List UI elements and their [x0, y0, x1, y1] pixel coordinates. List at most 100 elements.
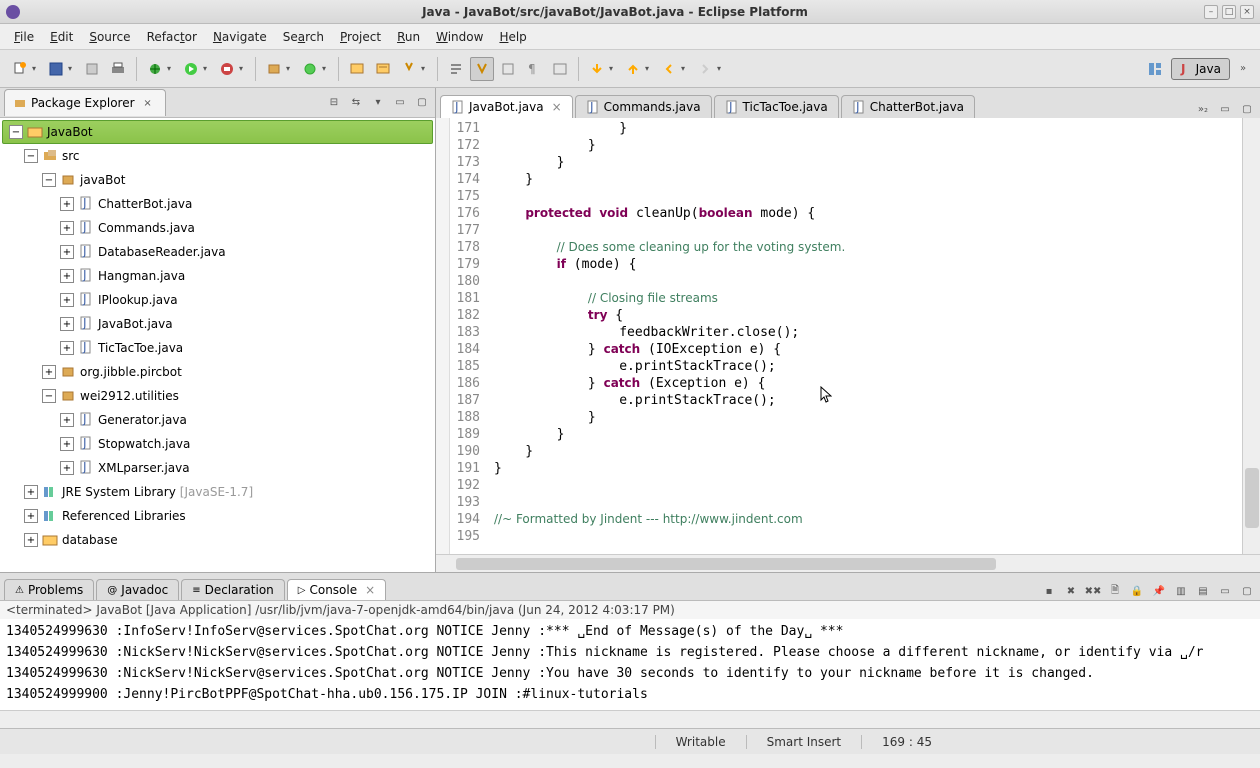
menu-edit[interactable]: Edit [42, 26, 81, 48]
save-dropdown[interactable]: ▾ [68, 64, 76, 73]
console-output[interactable]: 1340524999630 :InfoServ!InfoServ@service… [0, 619, 1260, 710]
editor-body[interactable]: 171 172 173 174 175 176 177 178 179 180 … [436, 118, 1260, 554]
editor-overflow-button[interactable]: »₂ [1194, 100, 1212, 118]
package-explorer-tab[interactable]: Package Explorer × [4, 89, 166, 116]
close-tab-icon[interactable]: × [552, 100, 562, 114]
run-external-button[interactable] [215, 57, 239, 81]
minimize-bottom-button[interactable]: ▭ [1216, 582, 1234, 600]
maximize-bottom-button[interactable]: ▢ [1238, 582, 1256, 600]
close-view-icon[interactable]: × [139, 94, 157, 112]
java-perspective-button[interactable]: J Java [1171, 58, 1230, 80]
expand-toggle[interactable]: − [42, 389, 56, 403]
java-file[interactable]: +JJavaBot.java [0, 312, 435, 336]
expand-toggle[interactable]: + [60, 461, 74, 475]
package-tree[interactable]: − JavaBot − src − javaBot +JChatterBot.j… [0, 118, 435, 572]
terminate-button[interactable]: ▪ [1040, 582, 1058, 600]
java-file[interactable]: +JXMLparser.java [0, 456, 435, 480]
clear-console-button[interactable]: 🗎 [1106, 582, 1124, 600]
next-annotation-button[interactable] [621, 57, 645, 81]
expand-toggle[interactable]: + [60, 245, 74, 259]
java-file[interactable]: +JTicTacToe.java [0, 336, 435, 360]
back-dropdown[interactable]: ▾ [681, 64, 689, 73]
project-root[interactable]: − JavaBot [2, 120, 433, 144]
expand-toggle[interactable]: + [24, 533, 38, 547]
scroll-thumb[interactable] [456, 558, 996, 570]
remove-launch-button[interactable]: ✖ [1062, 582, 1080, 600]
bottom-tab-problems[interactable]: ⚠Problems [4, 579, 94, 600]
package-javabot[interactable]: − javaBot [0, 168, 435, 192]
menu-project[interactable]: Project [332, 26, 389, 48]
bottom-tab-javadoc[interactable]: @Javadoc [96, 579, 179, 600]
menu-search[interactable]: Search [275, 26, 332, 48]
menu-window[interactable]: Window [428, 26, 491, 48]
toggle-breadcrumb-button[interactable] [444, 57, 468, 81]
scroll-lock-button[interactable]: 🔒 [1128, 582, 1146, 600]
marker-bar[interactable] [436, 118, 450, 554]
toggle-word-wrap-button[interactable] [548, 57, 572, 81]
menu-help[interactable]: Help [491, 26, 534, 48]
minimize-editor-button[interactable]: ▭ [1216, 100, 1234, 118]
editor-tab[interactable]: JCommands.java [575, 95, 712, 118]
menu-navigate[interactable]: Navigate [205, 26, 275, 48]
pin-console-button[interactable]: 📌 [1150, 582, 1168, 600]
next-annotation-dropdown[interactable]: ▾ [645, 64, 653, 73]
open-console-button[interactable]: ▤ [1194, 582, 1212, 600]
editor-tab[interactable]: JTicTacToe.java [714, 95, 839, 118]
java-file[interactable]: +JGenerator.java [0, 408, 435, 432]
open-type-button[interactable] [345, 57, 369, 81]
package-wei[interactable]: − wei2912.utilities [0, 384, 435, 408]
search-button[interactable] [397, 57, 421, 81]
open-perspective-button[interactable] [1143, 57, 1167, 81]
java-file[interactable]: +JStopwatch.java [0, 432, 435, 456]
run-external-dropdown[interactable]: ▾ [239, 64, 247, 73]
expand-toggle[interactable]: + [60, 197, 74, 211]
run-button[interactable] [179, 57, 203, 81]
view-menu-button[interactable]: ▾ [369, 94, 387, 112]
maximize-view-button[interactable]: ▢ [413, 94, 431, 112]
expand-toggle[interactable]: + [60, 317, 74, 331]
debug-button[interactable] [143, 57, 167, 81]
forward-dropdown[interactable]: ▾ [717, 64, 725, 73]
java-file[interactable]: +JCommands.java [0, 216, 435, 240]
scroll-thumb[interactable] [1245, 468, 1259, 528]
horizontal-scrollbar[interactable] [436, 554, 1260, 572]
java-file[interactable]: +JChatterBot.java [0, 192, 435, 216]
save-button[interactable] [44, 57, 68, 81]
print-button[interactable] [106, 57, 130, 81]
java-file[interactable]: +JIPlookup.java [0, 288, 435, 312]
java-file[interactable]: +JDatabaseReader.java [0, 240, 435, 264]
new-dropdown[interactable]: ▾ [32, 64, 40, 73]
show-whitespace-button[interactable]: ¶ [522, 57, 546, 81]
toggle-mark-occur-button[interactable] [470, 57, 494, 81]
perspective-overflow[interactable]: » [1234, 60, 1252, 78]
expand-toggle[interactable]: − [42, 173, 56, 187]
expand-toggle[interactable]: + [60, 221, 74, 235]
last-edit-button[interactable] [585, 57, 609, 81]
expand-toggle[interactable]: + [60, 437, 74, 451]
expand-toggle[interactable]: − [24, 149, 38, 163]
expand-toggle[interactable]: + [24, 485, 38, 499]
package-pircbot[interactable]: + org.jibble.pircbot [0, 360, 435, 384]
back-button[interactable] [657, 57, 681, 81]
vertical-scrollbar[interactable] [1242, 118, 1260, 554]
search-dropdown[interactable]: ▾ [421, 64, 429, 73]
menu-refactor[interactable]: Refactor [139, 26, 205, 48]
code-area[interactable]: } } } } protected void cleanUp(boolean m… [486, 118, 1242, 554]
new-package-button[interactable] [262, 57, 286, 81]
save-all-button[interactable] [80, 57, 104, 81]
menu-file[interactable]: File [6, 26, 42, 48]
expand-toggle[interactable]: − [9, 125, 23, 139]
link-editor-button[interactable]: ⇆ [347, 94, 365, 112]
src-folder[interactable]: − src [0, 144, 435, 168]
last-edit-dropdown[interactable]: ▾ [609, 64, 617, 73]
maximize-editor-button[interactable]: ▢ [1238, 100, 1256, 118]
expand-toggle[interactable]: + [60, 413, 74, 427]
expand-toggle[interactable]: + [60, 341, 74, 355]
remove-all-button[interactable]: ✖✖ [1084, 582, 1102, 600]
toggle-block-sel-button[interactable] [496, 57, 520, 81]
new-package-dropdown[interactable]: ▾ [286, 64, 294, 73]
minimize-view-button[interactable]: ▭ [391, 94, 409, 112]
open-task-button[interactable] [371, 57, 395, 81]
expand-toggle[interactable]: + [60, 293, 74, 307]
line-gutter[interactable]: 171 172 173 174 175 176 177 178 179 180 … [450, 118, 486, 554]
